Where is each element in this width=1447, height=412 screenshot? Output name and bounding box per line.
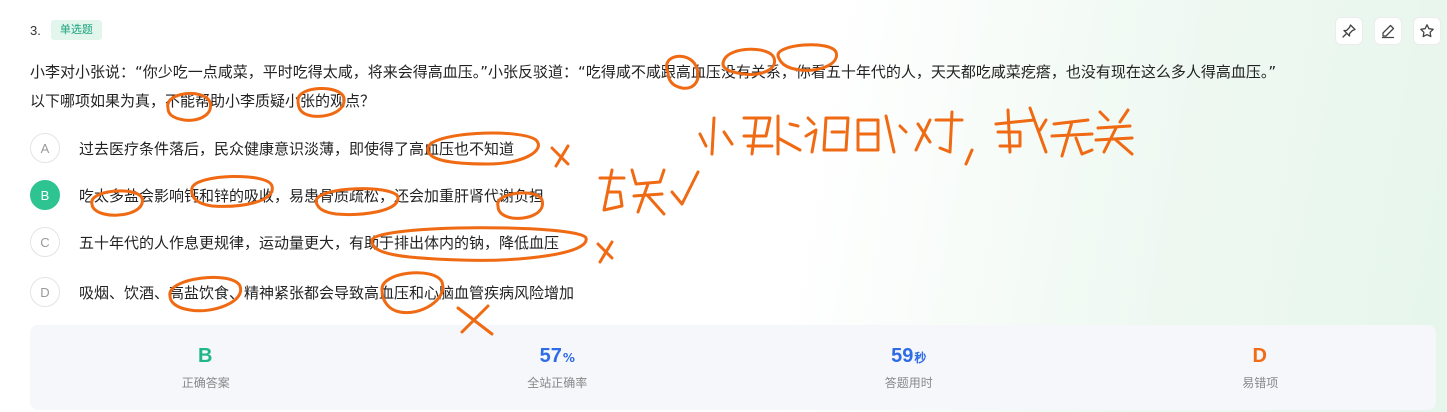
stat-unit: 秒 bbox=[914, 350, 927, 365]
option-text: 吃太多盐会影响钙和锌的吸收，易患骨质疏松，还会加重肝肾代谢负担 bbox=[79, 186, 545, 205]
stat-value: B bbox=[198, 344, 213, 367]
ink-handwriting bbox=[1050, 118, 1094, 158]
stat-label: 易错项 bbox=[1242, 375, 1279, 390]
stat-accuracy: 57% 全站正确率 bbox=[382, 325, 734, 410]
pin-icon bbox=[1342, 24, 1356, 38]
question-toolbar bbox=[1335, 17, 1441, 45]
option-d[interactable]: D 吸烟、饮酒、高盐饮食、精神紧张都会导致高血压和心脑血管疾病风险增加 bbox=[30, 276, 574, 308]
stat-label: 全站正确率 bbox=[527, 375, 588, 390]
ink-handwriting bbox=[856, 114, 908, 154]
option-letter: C bbox=[30, 227, 60, 257]
favorite-button[interactable] bbox=[1413, 17, 1441, 45]
option-letter: B bbox=[30, 180, 60, 210]
question-stem: 小李对小张说：“你少吃一点咸菜，平时吃得太咸，将来会得高血压。”小张反驳道：“吃… bbox=[30, 58, 1420, 116]
stem-line-1: 小李对小张说：“你少吃一点咸菜，平时吃得太咸，将来会得高血压。”小张反驳道：“吃… bbox=[30, 63, 1277, 81]
stat-value: 59 bbox=[891, 344, 914, 367]
option-c[interactable]: C 五十年代的人作息更规律，运动量更大，有助于排出体内的钠，降低血压 bbox=[30, 226, 559, 258]
pin-button[interactable] bbox=[1335, 17, 1363, 45]
stat-value: D bbox=[1252, 344, 1267, 367]
option-text: 吸烟、饮酒、高盐饮食、精神紧张都会导致高血压和心脑血管疾病风险增加 bbox=[79, 283, 575, 302]
option-a[interactable]: A 过去医疗条件落后，民众健康意识淡薄，即使得了高血压也不知道 bbox=[30, 132, 514, 164]
question-number: 3. bbox=[30, 22, 41, 38]
stat-label: 正确答案 bbox=[181, 375, 230, 390]
option-text: 过去医疗条件落后，民众健康意识淡薄，即使得了高血压也不知道 bbox=[79, 139, 515, 158]
stat-correct-answer: B 正确答案 bbox=[30, 325, 382, 410]
stem-line-2: 以下哪项如果为真，不能帮助小李质疑小张的观点？ bbox=[30, 92, 376, 110]
ink-handwriting bbox=[804, 116, 850, 154]
ink-handwriting bbox=[742, 114, 802, 156]
ink-handwriting bbox=[914, 110, 964, 154]
stat-unit: % bbox=[562, 350, 575, 365]
stat-time: 59秒 答题用时 bbox=[733, 325, 1085, 410]
stat-label: 答题用时 bbox=[884, 375, 933, 390]
ink-handwriting bbox=[1094, 108, 1134, 156]
ink-handwriting bbox=[698, 116, 734, 156]
ink-handwriting bbox=[598, 168, 666, 216]
stat-value: 57 bbox=[539, 344, 562, 367]
ink-x bbox=[596, 240, 614, 264]
option-letter: A bbox=[30, 133, 60, 163]
question-header: 3. 单选题 bbox=[30, 18, 102, 42]
answer-stats-panel: B 正确答案 57% 全站正确率 59秒 答题用时 D 易错项 bbox=[30, 325, 1436, 410]
option-letter: D bbox=[30, 277, 60, 307]
option-text: 五十年代的人作息更规律，运动量更大，有助于排出体内的钠，降低血压 bbox=[79, 233, 560, 252]
edit-note-button[interactable] bbox=[1374, 17, 1402, 45]
ink-x bbox=[550, 144, 570, 168]
stat-common-wrong: D 易错项 bbox=[1085, 325, 1437, 410]
question-type-badge: 单选题 bbox=[50, 20, 102, 40]
ink-handwriting bbox=[964, 148, 974, 166]
ink-check bbox=[670, 170, 700, 206]
star-icon bbox=[1420, 24, 1434, 38]
option-b[interactable]: B 吃太多盐会影响钙和锌的吸收，易患骨质疏松，还会加重肝肾代谢负担 bbox=[30, 179, 544, 211]
edit-icon bbox=[1381, 24, 1395, 39]
